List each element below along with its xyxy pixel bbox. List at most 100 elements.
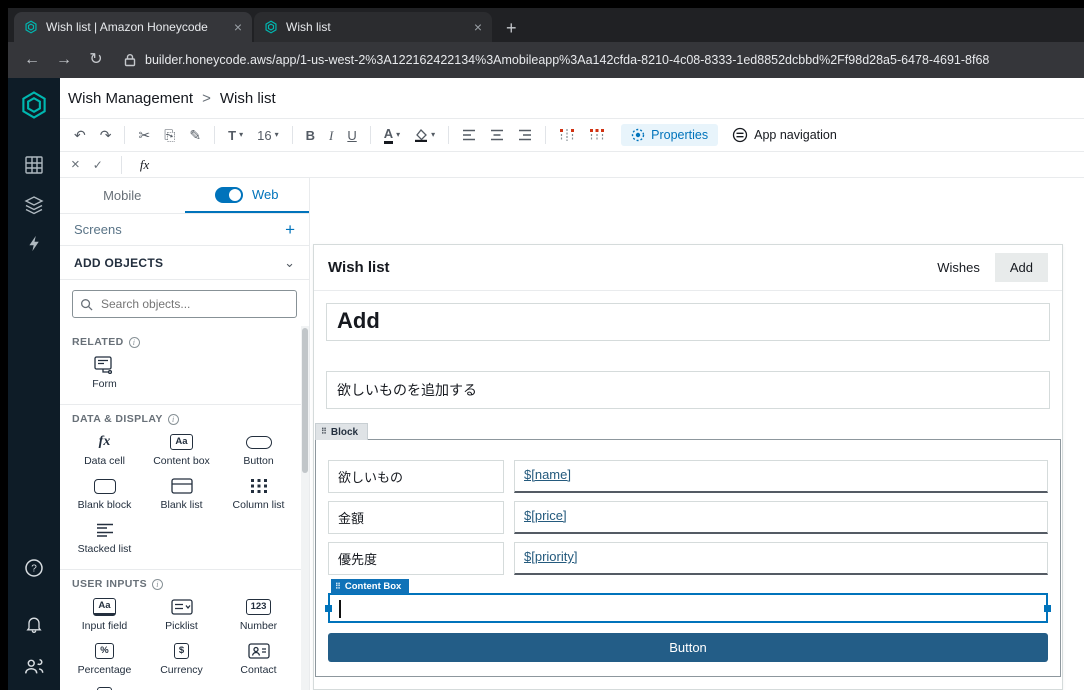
- add-objects-header[interactable]: ADD OBJECTS ⌄: [60, 246, 309, 280]
- align-right-icon[interactable]: [512, 127, 538, 143]
- palette-item-picklist[interactable]: Picklist: [143, 598, 220, 632]
- app-navigation-button[interactable]: App navigation: [732, 127, 837, 143]
- back-icon[interactable]: ←: [20, 52, 44, 68]
- builder-canvas[interactable]: Wish list Wishes Add Add 欲しいものを追加する ⠿ Bl…: [310, 178, 1084, 690]
- formula-confirm-icon[interactable]: ✓: [93, 158, 103, 172]
- tables-icon[interactable]: [24, 155, 44, 175]
- underline-button[interactable]: U: [341, 127, 362, 144]
- info-icon[interactable]: i: [128, 336, 140, 348]
- screen-body: Add 欲しいものを追加する ⠿ Block 欲しいもの $[name] 金額 …: [314, 291, 1062, 689]
- palette-item-percentage[interactable]: % Percentage: [66, 642, 143, 676]
- field-label-box[interactable]: 欲しいもの: [328, 460, 504, 493]
- info-icon[interactable]: i: [152, 578, 163, 590]
- palette-item-label: Blank list: [160, 499, 203, 511]
- notifications-bell-icon[interactable]: [24, 614, 44, 634]
- new-tab-button[interactable]: +: [506, 19, 517, 37]
- palette-item-content-box[interactable]: Aa Content box: [143, 433, 220, 467]
- apps-icon[interactable]: [24, 195, 44, 215]
- breadcrumb-separator: >: [202, 89, 211, 107]
- close-icon[interactable]: ×: [474, 19, 482, 35]
- cut-icon[interactable]: ✂: [132, 126, 156, 144]
- panel-scrollbar[interactable]: [301, 326, 309, 690]
- palette-item-form[interactable]: Form: [66, 356, 143, 390]
- palette-item-input-field[interactable]: Aa Input field: [66, 598, 143, 632]
- tab-title: Wish list: [286, 20, 331, 34]
- italic-button[interactable]: I: [323, 127, 339, 144]
- block-tag-label: Block: [330, 426, 359, 438]
- breadcrumb-workbook[interactable]: Wish Management: [68, 90, 193, 107]
- mobile-view-tab[interactable]: Mobile: [60, 178, 185, 213]
- heading-content-box[interactable]: Add: [326, 303, 1050, 341]
- scrollbar-thumb[interactable]: [302, 328, 308, 473]
- field-value-box[interactable]: $[name]: [514, 460, 1048, 493]
- properties-button[interactable]: Properties: [621, 124, 719, 146]
- palette-item-number[interactable]: 123 Number: [220, 598, 297, 632]
- help-icon[interactable]: ?: [24, 558, 44, 578]
- description-content-box[interactable]: 欲しいものを追加する: [326, 371, 1050, 409]
- nav-tab-add[interactable]: Add: [994, 253, 1048, 282]
- format-painter-icon[interactable]: ✎: [183, 126, 207, 144]
- field-label-box[interactable]: 優先度: [328, 542, 504, 575]
- palette-item-button[interactable]: Button: [220, 433, 297, 467]
- resize-handle-right[interactable]: [1044, 604, 1051, 612]
- undo-icon[interactable]: ↶: [68, 126, 92, 144]
- collaborators-icon[interactable]: [23, 656, 45, 676]
- bold-button[interactable]: B: [300, 127, 321, 144]
- screen-title[interactable]: Wish list: [328, 259, 390, 276]
- related-grid: Form: [60, 354, 303, 404]
- column-list-icon: [250, 477, 268, 495]
- field-value-box[interactable]: $[priority]: [514, 542, 1048, 575]
- align-left-icon[interactable]: [456, 127, 482, 143]
- caret-down-icon: ▾: [431, 130, 436, 139]
- search-input[interactable]: [72, 290, 297, 318]
- palette-item-data-cell[interactable]: fx Data cell: [66, 433, 143, 467]
- horizontal-borders-icon[interactable]: [583, 126, 611, 144]
- align-center-icon[interactable]: [484, 127, 510, 143]
- vertical-borders-icon[interactable]: [553, 126, 581, 144]
- reload-icon[interactable]: ↻: [84, 52, 108, 68]
- form-block[interactable]: ⠿ Block 欲しいもの $[name] 金額 $[price] 優先度 $[…: [315, 423, 1061, 677]
- formula-cancel-icon[interactable]: ×: [71, 156, 80, 173]
- submit-button[interactable]: Button: [328, 633, 1048, 662]
- font-size-dropdown[interactable]: 16 ▾: [251, 127, 284, 144]
- input-field-icon: Aa: [93, 598, 116, 616]
- fx-icon[interactable]: fx: [140, 157, 149, 173]
- font-family-dropdown[interactable]: T ▾: [222, 127, 249, 144]
- font-color-dropdown[interactable]: A ▾: [378, 125, 406, 146]
- fill-color-dropdown[interactable]: ▾: [408, 127, 441, 144]
- block-tag[interactable]: ⠿ Block: [315, 423, 369, 440]
- svg-text:?: ?: [31, 564, 37, 575]
- automations-icon[interactable]: [26, 235, 43, 252]
- browser-tab-active[interactable]: Wish list | Amazon Honeycode ×: [14, 12, 252, 42]
- honeycode-logo-icon[interactable]: [19, 90, 49, 125]
- nav-tab-wishes[interactable]: Wishes: [922, 253, 995, 282]
- palette-item-label: Input field: [81, 620, 128, 632]
- palette-item-partial[interactable]: [66, 686, 143, 690]
- palette-item-contact[interactable]: Contact: [220, 642, 297, 676]
- palette-item-blank-list[interactable]: Blank list: [143, 477, 220, 511]
- address-bar[interactable]: builder.honeycode.aws/app/1-us-west-2%3A…: [124, 53, 1072, 67]
- view-toggle-switch[interactable]: [215, 186, 243, 203]
- resize-handle-left[interactable]: [325, 604, 332, 612]
- palette-item-blank-block[interactable]: Blank block: [66, 477, 143, 511]
- field-label-box[interactable]: 金額: [328, 501, 504, 534]
- palette-item-stacked-list[interactable]: Stacked list: [66, 521, 143, 555]
- add-screen-button[interactable]: +: [285, 221, 295, 238]
- content-box-tag-label: Content Box: [344, 581, 402, 592]
- paste-icon[interactable]: ⎘: [158, 126, 181, 144]
- browser-tab-inactive[interactable]: Wish list ×: [254, 12, 492, 42]
- web-view-tab[interactable]: Web: [184, 178, 309, 213]
- info-icon[interactable]: i: [167, 413, 179, 425]
- breadcrumb-screen[interactable]: Wish list: [220, 90, 276, 107]
- palette-item-column-list[interactable]: Column list: [220, 477, 297, 511]
- palette-item-currency[interactable]: $ Currency: [143, 642, 220, 676]
- redo-icon[interactable]: ↷: [94, 126, 118, 144]
- field-value-box[interactable]: $[price]: [514, 501, 1048, 534]
- selected-content-box[interactable]: [325, 593, 1051, 623]
- forward-icon[interactable]: →: [52, 52, 76, 68]
- content-box-tag[interactable]: ⠿ Content Box: [331, 579, 410, 594]
- toolbar-divider: [448, 126, 450, 144]
- object-search: [60, 280, 309, 328]
- close-icon[interactable]: ×: [234, 19, 242, 35]
- mobile-label: Mobile: [103, 188, 142, 203]
